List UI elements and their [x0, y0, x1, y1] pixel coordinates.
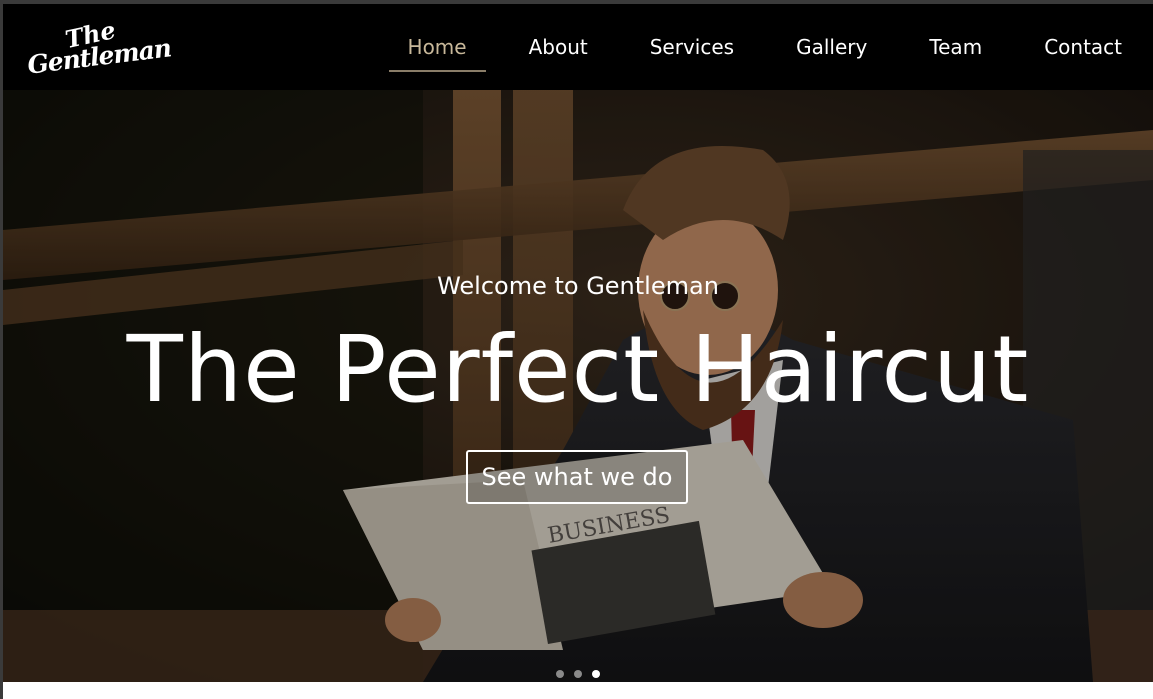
hero-subtitle: Welcome to Gentleman — [437, 272, 719, 300]
nav-item-home[interactable]: Home — [388, 4, 486, 90]
browser-viewport: The Gentleman Home About Services Galler… — [0, 0, 1153, 699]
nav-item-contact[interactable]: Contact — [1025, 4, 1141, 90]
carousel-dot-2[interactable] — [574, 670, 582, 678]
hero-title: The Perfect Haircut — [126, 316, 1030, 423]
nav-menu: Home About Services Gallery Team Contact — [377, 4, 1153, 90]
page-content-below — [3, 682, 1153, 699]
gentleman-logo[interactable]: The Gentleman — [25, 15, 173, 80]
nav-item-team[interactable]: Team — [910, 4, 1001, 90]
carousel-indicators — [3, 670, 1153, 678]
nav-item-services[interactable]: Services — [631, 4, 753, 90]
carousel-dot-3[interactable] — [592, 670, 600, 678]
hero-carousel: BUSINESS Welcome to Gentleman The Perfec… — [3, 90, 1153, 682]
see-what-we-do-button[interactable]: See what we do — [466, 450, 688, 504]
nav-item-about[interactable]: About — [510, 4, 607, 90]
navbar: The Gentleman Home About Services Galler… — [3, 4, 1153, 90]
nav-item-gallery[interactable]: Gallery — [777, 4, 886, 90]
carousel-dot-1[interactable] — [556, 670, 564, 678]
